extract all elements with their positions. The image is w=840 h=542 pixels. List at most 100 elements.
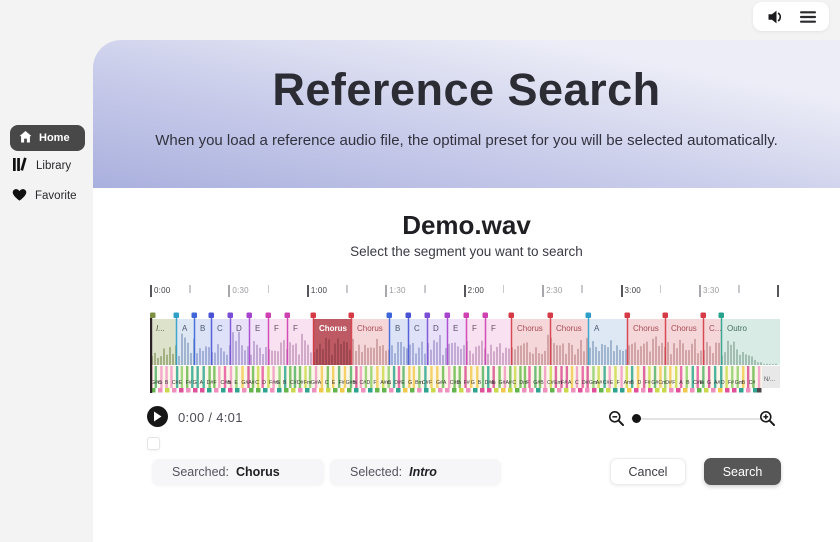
waveform-bar <box>460 349 462 365</box>
waveform-bar <box>391 345 393 365</box>
menu-icon[interactable] <box>799 8 817 26</box>
waveform-bar <box>199 348 201 365</box>
chord-label: G <box>193 380 197 386</box>
sidebar-item-home[interactable]: Home <box>10 125 85 151</box>
waveform-bar <box>415 354 417 365</box>
beat-square <box>305 388 310 393</box>
waveform-bar <box>205 346 207 365</box>
segment-marker[interactable] <box>406 313 412 319</box>
beat-square <box>683 388 688 393</box>
beat-square <box>620 388 625 393</box>
track-title: Demo.wav <box>93 210 840 241</box>
chord-label: B <box>631 380 635 386</box>
waveform-bar <box>232 332 234 365</box>
waveform-bar <box>592 341 594 365</box>
ruler-tick <box>268 285 270 293</box>
segment-label: C <box>414 324 420 333</box>
waveform-bar <box>220 348 222 365</box>
waveform-bar <box>385 351 387 365</box>
waveform-bar <box>526 342 528 365</box>
waveform-bar <box>535 347 537 365</box>
waveform-bar <box>475 347 477 365</box>
segment-marker[interactable] <box>311 313 317 319</box>
waveform-bar <box>553 343 555 365</box>
chord-label: A <box>679 380 683 386</box>
zoom-slider-handle[interactable] <box>632 414 641 423</box>
beat-square <box>452 388 457 393</box>
topbar-controls <box>753 2 829 31</box>
waveform-bar <box>424 354 426 365</box>
waveform-bar <box>544 351 546 365</box>
chord-label: B <box>283 380 287 386</box>
sidebar-item-library[interactable]: Library <box>10 157 71 175</box>
beat-square <box>571 388 576 393</box>
ruler-tick-label: 3:30 <box>703 286 719 295</box>
waveform-bar <box>394 353 396 365</box>
waveform-bar <box>490 345 492 365</box>
segment-marker[interactable] <box>285 313 291 319</box>
waveform-bar <box>379 346 381 365</box>
playhead[interactable] <box>150 318 152 393</box>
beat-square <box>207 388 212 393</box>
waveform-bar <box>304 340 306 365</box>
segment-marker[interactable] <box>247 313 253 319</box>
waveform-bar <box>733 342 735 365</box>
segment-marker[interactable] <box>445 313 451 319</box>
segment-marker[interactable] <box>266 313 272 319</box>
segment-marker[interactable] <box>464 313 470 319</box>
cancel-button[interactable]: Cancel <box>610 458 686 485</box>
beat-square <box>494 388 499 393</box>
waveform-bar <box>274 351 276 365</box>
segment-marker[interactable] <box>719 313 725 319</box>
segment-marker[interactable] <box>548 313 554 319</box>
beat-square <box>543 388 548 393</box>
ruler-tick <box>307 285 309 297</box>
waveform-bar <box>352 339 354 365</box>
segment-marker[interactable] <box>625 313 631 319</box>
zoom-out-icon[interactable] <box>608 410 625 427</box>
segment-marker[interactable] <box>425 313 431 319</box>
segment-marker[interactable] <box>192 313 198 319</box>
segment-marker[interactable] <box>228 313 234 319</box>
segment-marker[interactable] <box>586 313 592 319</box>
chord-label: A <box>318 380 322 386</box>
waveform-bar <box>487 354 489 365</box>
heart-icon <box>12 188 27 204</box>
segment-marker[interactable] <box>387 313 393 319</box>
segment-marker[interactable] <box>150 313 156 319</box>
waveform-bar <box>748 355 750 365</box>
ruler-tick <box>621 285 623 297</box>
ruler-tick <box>699 285 701 297</box>
chord-label: F# <box>728 380 734 386</box>
waveform-bar <box>184 338 186 365</box>
beat-square <box>193 388 198 393</box>
chord-label: C# <box>603 380 610 386</box>
waveform-bar <box>196 353 198 365</box>
waveform-bar <box>289 342 291 365</box>
segment-marker[interactable] <box>509 313 515 319</box>
zoom-in-icon[interactable] <box>759 410 776 427</box>
waveform-bar <box>724 352 726 365</box>
search-button[interactable]: Search <box>704 458 781 485</box>
app-window: Home Library Favorite Reference Se <box>0 0 840 542</box>
volume-icon[interactable] <box>766 8 784 26</box>
segment-marker[interactable] <box>663 313 669 319</box>
segment-marker[interactable] <box>209 313 215 319</box>
beat-square <box>291 388 296 393</box>
sidebar-item-favorite[interactable]: Favorite <box>10 187 77 205</box>
segment-label: C... <box>709 324 721 333</box>
beat-square <box>312 388 317 393</box>
zoom-slider-track[interactable] <box>631 418 763 420</box>
waveform-panel[interactable]: I...ABCDEFFChorusChorusBCDEFFChorusChoru… <box>150 311 780 393</box>
beat-square <box>459 388 464 393</box>
segment-label: F <box>274 324 279 333</box>
segment-marker[interactable] <box>349 313 355 319</box>
play-button[interactable] <box>147 406 168 427</box>
beat-square <box>739 388 744 393</box>
segment-marker[interactable] <box>174 313 180 319</box>
segment-marker[interactable] <box>483 313 489 319</box>
segment-marker[interactable] <box>701 313 707 319</box>
segment-checkbox[interactable] <box>147 437 160 450</box>
waveform-bar <box>679 340 681 365</box>
waveform-bar <box>451 343 453 365</box>
